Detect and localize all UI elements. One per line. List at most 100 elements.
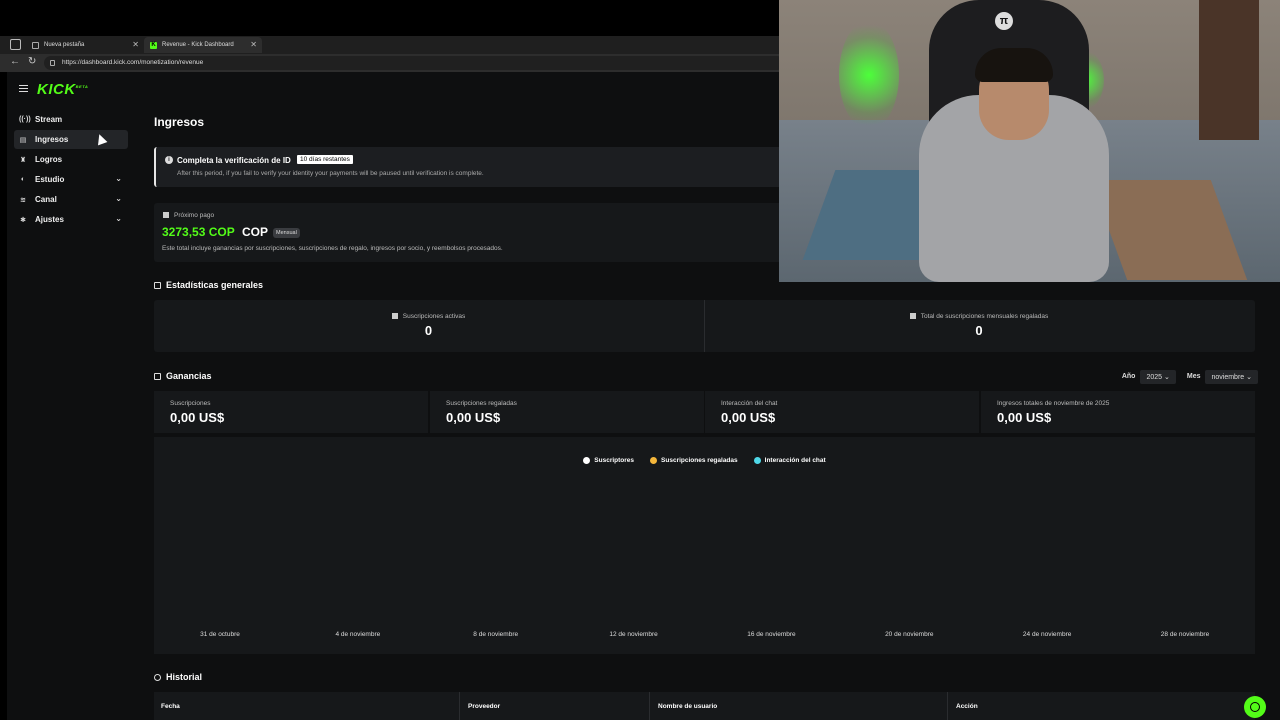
stats-icon: [154, 282, 161, 289]
trophy-icon: ♜: [19, 156, 27, 164]
page-title: Ingresos: [154, 115, 205, 129]
sidebar: KICKBETA ((·)) Stream ▤ Ingresos ♜ Logro…: [7, 72, 135, 720]
support-chat-button[interactable]: [1244, 696, 1266, 718]
legend-dot-icon: [753, 457, 761, 464]
x-tick-label: 12 de noviembre: [609, 631, 658, 638]
legend-label: Suscripciones regaladas: [661, 457, 738, 464]
x-tick-label: 16 de noviembre: [747, 631, 796, 638]
column-divider: [459, 692, 460, 720]
broadcast-icon: ((·)): [19, 116, 31, 123]
legend-dot-icon: [650, 457, 658, 464]
stat-value: 0: [424, 323, 433, 338]
studio-icon: ◐: [20, 176, 26, 183]
chevron-down-icon: ⌄: [115, 194, 122, 203]
sidebar-item-ajustes[interactable]: ✱ Ajustes ⌄: [14, 210, 128, 229]
earning-card-chat: Interacción del chat 0,00 US$: [705, 391, 979, 433]
legend-item[interactable]: Interacción del chat: [753, 457, 826, 464]
reload-icon[interactable]: ↻: [28, 56, 36, 67]
earnings-filters: Año 2025 ⌄ Mes noviembre ⌄: [1122, 369, 1258, 384]
legend-label: Suscriptores: [594, 457, 635, 464]
next-payment-description: Este total incluye ganancias por suscrip…: [162, 245, 503, 252]
column-divider: [649, 692, 650, 720]
history-section-title: Historial: [154, 672, 202, 682]
year-label: Año: [1121, 373, 1136, 380]
chevron-down-icon: ⌄: [1163, 373, 1170, 381]
tab-kick-dashboard[interactable]: K Revenue - Kick Dashboard ✕: [144, 37, 262, 53]
chat-icon: [1250, 702, 1260, 712]
clock-icon: [154, 674, 161, 681]
channel-icon: ≋: [20, 196, 26, 204]
stat-label: Total de suscripciones mensuales regalad…: [920, 313, 1049, 320]
legend-label: Interacción del chat: [764, 457, 826, 464]
earnings-chart: Suscriptores Suscripciones regaladas Inter…: [154, 437, 1255, 654]
chart-legend: Suscriptores Suscripciones regaladas Inter…: [154, 457, 1255, 464]
x-tick-label: 31 de octubre: [200, 631, 240, 638]
sidebar-item-stream[interactable]: ((·)) Stream: [14, 110, 128, 129]
stat-value: 0: [975, 323, 983, 338]
tab-label: Nueva pestaña: [44, 42, 85, 48]
earning-card-gifted: Suscripciones regaladas 0,00 US$: [430, 391, 704, 433]
month-label: Mes: [1186, 373, 1201, 380]
payment-period-badge: Mensual: [273, 228, 300, 238]
calendar-icon: [909, 313, 916, 319]
site-info-icon[interactable]: [50, 60, 55, 66]
history-table: Fecha Proveedor Nombre de usuario Acción: [154, 692, 1255, 720]
page-icon: [32, 41, 39, 49]
verification-title[interactable]: Completa la verificación de ID: [177, 156, 291, 165]
next-payment-amount: 3273,53 COP: [162, 225, 235, 239]
legend-item[interactable]: Suscriptores: [583, 457, 634, 464]
tab-new-tab[interactable]: Nueva pestaña ✕: [26, 37, 144, 53]
next-payment-label: Próximo pago: [163, 212, 214, 219]
legend-dot-icon: [583, 457, 591, 464]
stat-active-subs: Suscripciones activas 0: [154, 300, 703, 352]
gear-icon: ✱: [20, 216, 26, 224]
back-arrow-icon[interactable]: ←: [10, 56, 20, 67]
kick-favicon-icon: K: [150, 41, 157, 49]
earnings-cards: Suscripciones 0,00 US$ Suscripciones reg…: [154, 391, 1255, 433]
column-divider: [947, 692, 948, 720]
earnings-section-title: Ganancias: [154, 371, 212, 381]
year-select[interactable]: 2025 ⌄: [1140, 369, 1176, 384]
column-header[interactable]: Acción: [956, 703, 978, 710]
general-stats-card: Suscripciones activas 0 Total de suscrip…: [154, 300, 1255, 352]
sidebar-item-estudio[interactable]: ◐ Estudio ⌄: [14, 170, 128, 189]
x-tick-label: 4 de noviembre: [335, 631, 381, 638]
column-header[interactable]: Proveedor: [468, 703, 500, 710]
x-tick-label: 24 de noviembre: [1022, 631, 1072, 638]
sidebar-item-canal[interactable]: ≋ Canal ⌄: [14, 190, 128, 209]
calendar-icon: [391, 313, 398, 319]
x-tick-label: 28 de noviembre: [1160, 631, 1210, 638]
tab-label: Revenue - Kick Dashboard: [162, 42, 234, 48]
menu-icon[interactable]: [19, 85, 28, 92]
stat-label: Suscripciones activas: [402, 313, 466, 320]
webcam-overlay: π: [779, 0, 1280, 282]
chair-logo-icon: π: [995, 12, 1013, 30]
x-tick-label: 8 de noviembre: [473, 631, 519, 638]
column-header[interactable]: Fecha: [161, 703, 180, 710]
wallet-icon: [163, 212, 169, 218]
url-field[interactable]: https://dashboard.kick.com/monetization/…: [44, 56, 784, 70]
chevron-down-icon: ⌄: [115, 214, 122, 223]
tab-actions-icon[interactable]: [10, 39, 21, 50]
url-text: https://dashboard.kick.com/monetization/…: [62, 59, 204, 66]
verification-subtitle: After this period, if you fail to verify…: [177, 170, 484, 177]
stats-section-title: Estadísticas generales: [154, 280, 263, 290]
sidebar-item-ingresos[interactable]: ▤ Ingresos: [14, 130, 128, 149]
revenue-icon: ▤: [19, 136, 27, 144]
column-header[interactable]: Nombre de usuario: [658, 703, 717, 710]
earnings-icon: [154, 373, 161, 380]
kick-logo[interactable]: KICKBETA: [37, 81, 88, 98]
days-remaining-badge: 10 días restantes: [297, 155, 353, 164]
earning-card-subs: Suscripciones 0,00 US$: [154, 391, 428, 433]
x-tick-label: 20 de noviembre: [885, 631, 934, 638]
chevron-down-icon: ⌄: [115, 174, 122, 183]
close-tab-icon[interactable]: ✕: [132, 40, 139, 49]
legend-item[interactable]: Suscripciones regaladas: [650, 457, 738, 464]
earning-card-total: Ingresos totales de noviembre de 2025 0,…: [981, 391, 1255, 433]
close-tab-icon[interactable]: ✕: [250, 40, 257, 49]
sidebar-item-logros[interactable]: ♜ Logros: [14, 150, 128, 169]
month-select[interactable]: noviembre ⌄: [1205, 369, 1258, 384]
info-icon: i: [165, 156, 173, 164]
chevron-down-icon: ⌄: [1246, 373, 1252, 381]
stat-gifted-subs: Total de suscripciones mensuales regalad…: [704, 300, 1253, 352]
